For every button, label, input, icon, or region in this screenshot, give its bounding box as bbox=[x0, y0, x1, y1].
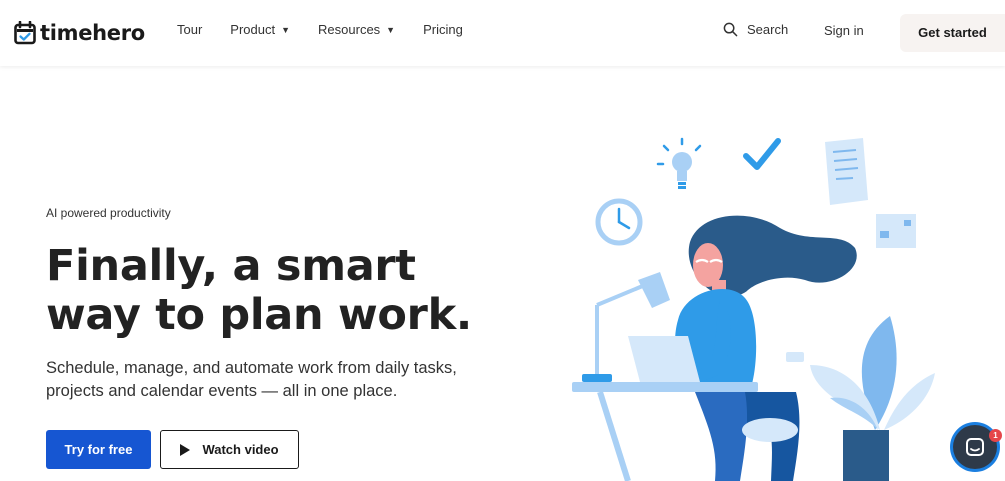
hero-headline: Finally, a smart way to plan work. bbox=[46, 242, 566, 340]
caret-down-icon: ▼ bbox=[386, 24, 396, 35]
sign-in-link[interactable]: Sign in bbox=[824, 23, 864, 38]
lightbulb-icon bbox=[656, 137, 702, 189]
notification-badge: 1 bbox=[989, 429, 1002, 442]
nav-item-label: Tour bbox=[177, 22, 203, 37]
document-icon bbox=[825, 138, 868, 205]
hero-illustration bbox=[572, 137, 935, 481]
watch-video-label: Watch video bbox=[202, 442, 279, 457]
search-icon bbox=[723, 22, 738, 37]
clock-icon bbox=[595, 198, 643, 246]
nav-item-product[interactable]: Product ▼ bbox=[230, 22, 290, 37]
checkmark-icon bbox=[743, 138, 781, 170]
headline-line-1: Finally, a smart bbox=[46, 241, 416, 291]
brand-logo[interactable]: timehero bbox=[14, 20, 145, 46]
nav-item-label: Resources bbox=[318, 22, 381, 37]
nav-item-tour[interactable]: Tour bbox=[177, 22, 202, 37]
caret-down-icon: ▼ bbox=[281, 24, 291, 35]
hero-subtext: Schedule, manage, and automate work from… bbox=[46, 359, 457, 400]
nav-item-pricing[interactable]: Pricing bbox=[423, 22, 463, 37]
search-label: Search bbox=[747, 22, 789, 37]
get-started-button[interactable]: Get started bbox=[900, 14, 1005, 52]
brand-name: timehero bbox=[40, 21, 145, 45]
watch-video-button[interactable]: Watch video bbox=[160, 430, 299, 469]
nav-item-label: Product bbox=[230, 22, 276, 37]
nav-item-label: Pricing bbox=[423, 22, 463, 37]
nav-item-resources[interactable]: Resources ▼ bbox=[318, 22, 395, 37]
top-navigation: timehero Tour Product ▼ Resources ▼ Pric… bbox=[0, 0, 1005, 66]
headline-line-2: way to plan work. bbox=[46, 290, 472, 340]
envelope-icon bbox=[876, 214, 916, 248]
play-icon bbox=[180, 443, 191, 456]
try-for-free-button[interactable]: Try for free bbox=[46, 430, 151, 469]
search-button[interactable]: Search bbox=[723, 22, 788, 37]
hero-eyebrow: AI powered productivity bbox=[46, 206, 171, 220]
calendar-check-icon bbox=[14, 21, 36, 45]
chat-bubble-icon bbox=[966, 438, 984, 456]
potted-plant bbox=[810, 316, 935, 481]
primary-nav: Tour Product ▼ Resources ▼ Pricing bbox=[177, 22, 491, 37]
